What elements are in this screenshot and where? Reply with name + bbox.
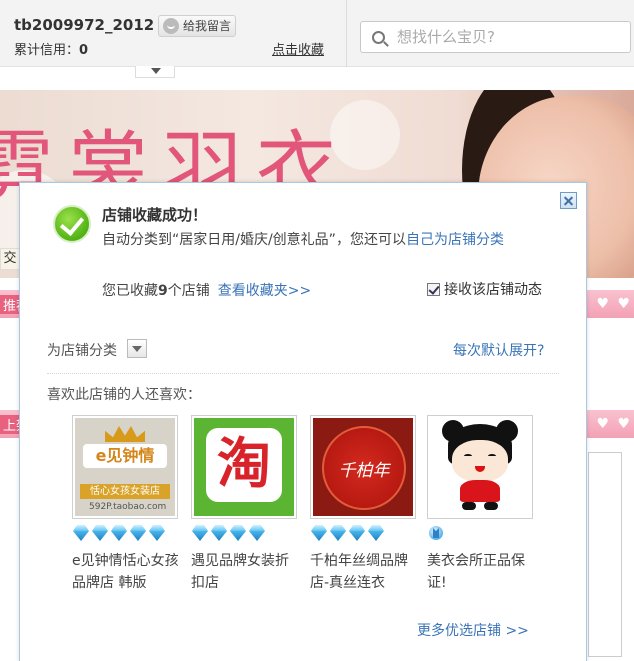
diamond-icon: [367, 524, 385, 542]
shop-thumbnail[interactable]: e见钟情 恬心女孩女装店 592P.taobao.com: [72, 415, 178, 519]
recommended-shop-card[interactable]: 淘 遇见品牌女装折扣店: [191, 415, 297, 594]
seller-rating-diamonds: [72, 524, 178, 544]
recommend-title: 喜欢此店铺的人还喜欢：: [47, 387, 201, 403]
success-check-icon: [53, 205, 91, 243]
favorites-count-value: 9: [158, 283, 168, 299]
category-dropdown-chevron-icon[interactable]: [127, 339, 147, 358]
close-icon[interactable]: [560, 192, 577, 209]
recommended-shop-card[interactable]: 美衣会所正品保证!: [427, 415, 533, 594]
seller-rating-crown: [427, 524, 533, 544]
shop-name-link[interactable]: 遇见品牌女装折扣店: [191, 550, 301, 594]
background-side-panel: [588, 452, 622, 657]
search-icon: [372, 31, 385, 44]
view-favorites-link[interactable]: 查看收藏夹>>: [218, 283, 311, 299]
header-divider: [346, 0, 347, 67]
diamond-icon: [148, 524, 166, 542]
shop-thumbnail[interactable]: [427, 415, 533, 519]
hearts-decoration: ♥ ♥: [596, 416, 632, 432]
shop-thumbnail[interactable]: 千柏年: [310, 415, 416, 519]
recommended-shop-card[interactable]: 千柏年 千柏年丝绸品牌店-真丝连衣: [310, 415, 416, 594]
shop-logo-text: e见钟情: [83, 444, 167, 468]
search-box[interactable]: [360, 21, 631, 53]
credit-value: 0: [79, 43, 89, 58]
dialog-title: 店铺收藏成功！: [102, 206, 208, 224]
shop-name-link[interactable]: 千柏年丝绸品牌店-真丝连衣: [310, 550, 420, 594]
category-name: “居家日用/婚庆/创意礼品”: [172, 232, 336, 248]
diamond-icon: [110, 524, 128, 542]
shop-logo-text: 淘: [217, 432, 271, 495]
shop-thumbnail[interactable]: 淘: [191, 415, 297, 519]
more-shops-link[interactable]: 更多优选店铺 >>: [417, 620, 529, 640]
custom-category-link[interactable]: 自己为店铺分类: [406, 232, 504, 248]
leave-message-label: 给我留言: [183, 19, 232, 33]
subscribe-updates-label: 接收该店铺动态: [444, 282, 542, 298]
default-expand-link[interactable]: 每次默认展开?: [453, 340, 544, 360]
diamond-icon: [348, 524, 366, 542]
shop-name-link[interactable]: 美衣会所正品保证!: [427, 550, 537, 594]
shop-logo-url: 592P.taobao.com: [89, 502, 167, 512]
category-select-label: 为店铺分类: [47, 343, 117, 359]
shop-header-bar: tb2009972_2012 给我留言 累计信用：0 点击收藏: [0, 0, 634, 67]
recommended-shop-card[interactable]: e见钟情 恬心女孩女装店 592P.taobao.com e见钟情恬心女孩品牌店…: [72, 415, 179, 594]
diamond-icon: [329, 524, 347, 542]
shop-logo-tag: 恬心女孩女装店: [80, 484, 170, 499]
crown-icon: [427, 524, 445, 542]
seller-rating-diamonds: [310, 524, 416, 544]
seller-name[interactable]: tb2009972_2012: [14, 16, 154, 34]
search-input[interactable]: [397, 24, 622, 50]
seller-info: tb2009972_2012 给我留言 累计信用：0 点击收藏: [10, 8, 346, 64]
diamond-icon: [129, 524, 147, 542]
diamond-icon: [229, 524, 247, 542]
hearts-decoration: ♥ ♥: [596, 296, 632, 312]
subscribe-updates-checkbox[interactable]: 接收该店铺动态: [427, 279, 542, 299]
side-tag: 交: [0, 248, 20, 270]
section-divider: [47, 373, 559, 374]
credit-info: 累计信用：0: [14, 43, 89, 58]
diamond-icon: [210, 524, 228, 542]
diamond-icon: [248, 524, 266, 542]
diamond-icon: [72, 524, 90, 542]
favorite-success-dialog: 店铺收藏成功！ 自动分类到“居家日用/婚庆/创意礼品”，您还可以自己为店铺分类 …: [19, 182, 587, 661]
collapse-toggle-tab[interactable]: [135, 66, 175, 78]
diamond-icon: [191, 524, 209, 542]
shop-logo-text: 千柏年: [338, 461, 390, 481]
category-description: 自动分类到“居家日用/婚庆/创意礼品”，您还可以自己为店铺分类: [102, 232, 504, 248]
diamond-icon: [91, 524, 109, 542]
checkbox-checked-icon[interactable]: [427, 283, 440, 296]
seller-rating-diamonds: [191, 524, 297, 544]
diamond-icon: [310, 524, 328, 542]
favorites-count: 您已收藏9个店铺 查看收藏夹>>: [102, 283, 312, 299]
cartoon-girl-logo-icon: [430, 418, 530, 516]
crown-logo-icon: [105, 426, 145, 442]
favorite-shop-link[interactable]: 点击收藏: [272, 39, 324, 58]
shop-name-link[interactable]: e见钟情恬心女孩品牌店 韩版: [72, 550, 182, 594]
message-face-icon: [163, 18, 179, 34]
leave-message-button[interactable]: 给我留言: [158, 15, 237, 37]
